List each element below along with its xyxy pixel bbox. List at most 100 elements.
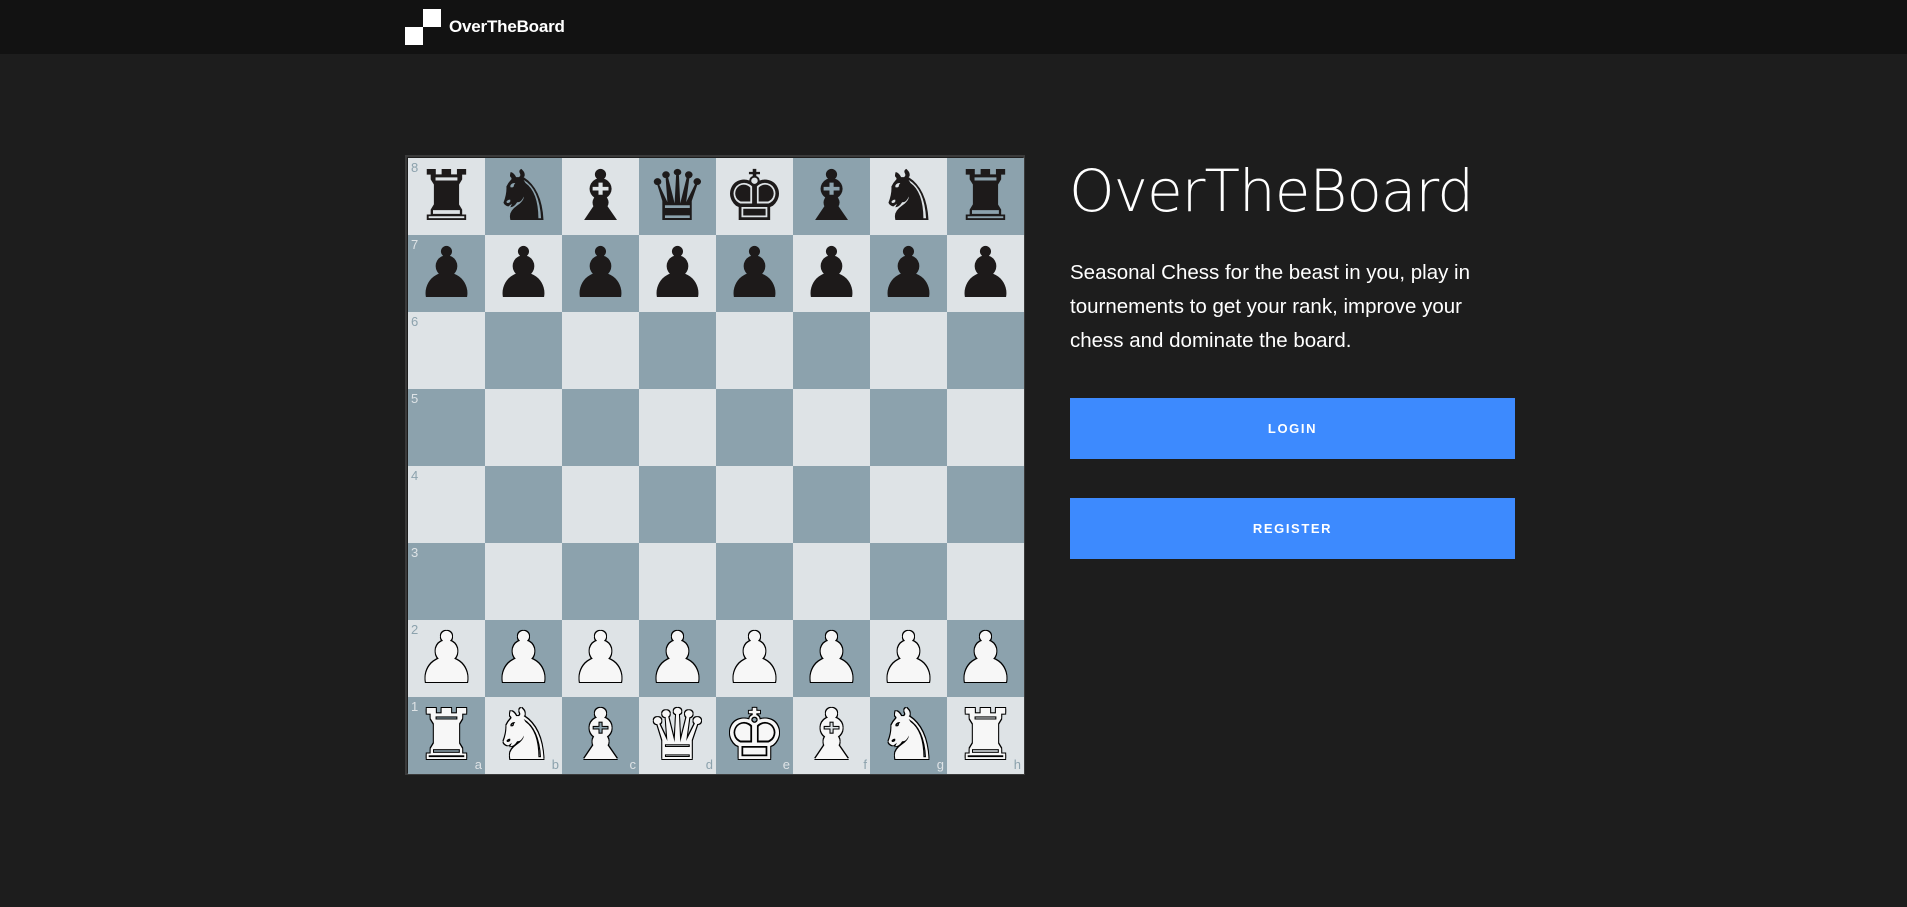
black-pawn-icon[interactable]: ♟: [870, 235, 947, 312]
black-pawn-icon[interactable]: ♟: [562, 235, 639, 312]
black-rook-icon[interactable]: ♜: [408, 158, 485, 235]
square-c3[interactable]: [562, 543, 639, 620]
square-b2[interactable]: ♟: [485, 620, 562, 697]
square-e1[interactable]: ♚ e: [716, 697, 793, 774]
white-bishop-icon[interactable]: ♝: [793, 697, 870, 774]
square-b5[interactable]: [485, 389, 562, 466]
square-f5[interactable]: [793, 389, 870, 466]
square-d6[interactable]: [639, 312, 716, 389]
black-pawn-icon[interactable]: ♟: [485, 235, 562, 312]
black-pawn-icon[interactable]: ♟: [793, 235, 870, 312]
black-pawn-icon[interactable]: ♟: [408, 235, 485, 312]
square-a5[interactable]: 5: [408, 389, 485, 466]
square-e8[interactable]: ♚: [716, 158, 793, 235]
square-f8[interactable]: ♝: [793, 158, 870, 235]
login-button[interactable]: LOGIN: [1070, 398, 1515, 459]
white-rook-icon[interactable]: ♜: [408, 697, 485, 774]
black-knight-icon[interactable]: ♞: [485, 158, 562, 235]
white-pawn-icon[interactable]: ♟: [408, 620, 485, 697]
white-pawn-icon[interactable]: ♟: [947, 620, 1024, 697]
square-e4[interactable]: [716, 466, 793, 543]
square-f4[interactable]: [793, 466, 870, 543]
square-f6[interactable]: [793, 312, 870, 389]
square-h8[interactable]: ♜: [947, 158, 1024, 235]
square-d5[interactable]: [639, 389, 716, 466]
square-b4[interactable]: [485, 466, 562, 543]
black-rook-icon[interactable]: ♜: [947, 158, 1024, 235]
square-g5[interactable]: [870, 389, 947, 466]
square-h2[interactable]: ♟: [947, 620, 1024, 697]
black-pawn-icon[interactable]: ♟: [716, 235, 793, 312]
square-d7[interactable]: ♟: [639, 235, 716, 312]
square-h7[interactable]: ♟: [947, 235, 1024, 312]
register-button[interactable]: REGISTER: [1070, 498, 1515, 559]
square-e2[interactable]: ♟: [716, 620, 793, 697]
square-c8[interactable]: ♝: [562, 158, 639, 235]
square-f1[interactable]: ♝ f: [793, 697, 870, 774]
square-b3[interactable]: [485, 543, 562, 620]
square-a4[interactable]: 4: [408, 466, 485, 543]
white-pawn-icon[interactable]: ♟: [639, 620, 716, 697]
square-b8[interactable]: ♞: [485, 158, 562, 235]
chess-board[interactable]: ♜ 8 ♞ ♝ ♛ ♚ ♝ ♞ ♜ ♟ 7 ♟ ♟ ♟ ♟ ♟ ♟ ♟ 6 5 4 3 ♟ 2 ♟ ♟ ♟ ♟ ♟ ♟ ♟ ♜ 1 a ♞ b ♝ c ♛ d…: [405, 155, 1025, 775]
white-pawn-icon[interactable]: ♟: [562, 620, 639, 697]
square-b6[interactable]: [485, 312, 562, 389]
white-bishop-icon[interactable]: ♝: [562, 697, 639, 774]
white-queen-icon[interactable]: ♛: [639, 697, 716, 774]
square-g3[interactable]: [870, 543, 947, 620]
square-e6[interactable]: [716, 312, 793, 389]
white-king-icon[interactable]: ♚: [716, 697, 793, 774]
square-e3[interactable]: [716, 543, 793, 620]
black-bishop-icon[interactable]: ♝: [793, 158, 870, 235]
white-pawn-icon[interactable]: ♟: [485, 620, 562, 697]
square-a2[interactable]: ♟ 2: [408, 620, 485, 697]
square-g6[interactable]: [870, 312, 947, 389]
white-knight-icon[interactable]: ♞: [870, 697, 947, 774]
white-rook-icon[interactable]: ♜: [947, 697, 1024, 774]
square-c4[interactable]: [562, 466, 639, 543]
square-h1[interactable]: ♜ h: [947, 697, 1024, 774]
square-d4[interactable]: [639, 466, 716, 543]
brand-link[interactable]: OverTheBoard: [405, 9, 565, 45]
square-e5[interactable]: [716, 389, 793, 466]
square-b1[interactable]: ♞ b: [485, 697, 562, 774]
square-h3[interactable]: [947, 543, 1024, 620]
square-g1[interactable]: ♞ g: [870, 697, 947, 774]
square-h5[interactable]: [947, 389, 1024, 466]
square-d3[interactable]: [639, 543, 716, 620]
white-pawn-icon[interactable]: ♟: [716, 620, 793, 697]
white-knight-icon[interactable]: ♞: [485, 697, 562, 774]
black-bishop-icon[interactable]: ♝: [562, 158, 639, 235]
black-pawn-icon[interactable]: ♟: [947, 235, 1024, 312]
square-g8[interactable]: ♞: [870, 158, 947, 235]
black-pawn-icon[interactable]: ♟: [639, 235, 716, 312]
square-g7[interactable]: ♟: [870, 235, 947, 312]
square-b7[interactable]: ♟: [485, 235, 562, 312]
square-h6[interactable]: [947, 312, 1024, 389]
square-d8[interactable]: ♛: [639, 158, 716, 235]
white-pawn-icon[interactable]: ♟: [793, 620, 870, 697]
black-king-icon[interactable]: ♚: [716, 158, 793, 235]
black-knight-icon[interactable]: ♞: [870, 158, 947, 235]
square-a3[interactable]: 3: [408, 543, 485, 620]
square-g4[interactable]: [870, 466, 947, 543]
square-c6[interactable]: [562, 312, 639, 389]
square-c1[interactable]: ♝ c: [562, 697, 639, 774]
square-f7[interactable]: ♟: [793, 235, 870, 312]
square-g2[interactable]: ♟: [870, 620, 947, 697]
square-c5[interactable]: [562, 389, 639, 466]
black-queen-icon[interactable]: ♛: [639, 158, 716, 235]
square-f2[interactable]: ♟: [793, 620, 870, 697]
square-d2[interactable]: ♟: [639, 620, 716, 697]
square-c7[interactable]: ♟: [562, 235, 639, 312]
square-e7[interactable]: ♟: [716, 235, 793, 312]
square-a6[interactable]: 6: [408, 312, 485, 389]
square-a7[interactable]: ♟ 7: [408, 235, 485, 312]
square-a1[interactable]: ♜ 1 a: [408, 697, 485, 774]
square-c2[interactable]: ♟: [562, 620, 639, 697]
square-h4[interactable]: [947, 466, 1024, 543]
square-d1[interactable]: ♛ d: [639, 697, 716, 774]
white-pawn-icon[interactable]: ♟: [870, 620, 947, 697]
square-f3[interactable]: [793, 543, 870, 620]
square-a8[interactable]: ♜ 8: [408, 158, 485, 235]
